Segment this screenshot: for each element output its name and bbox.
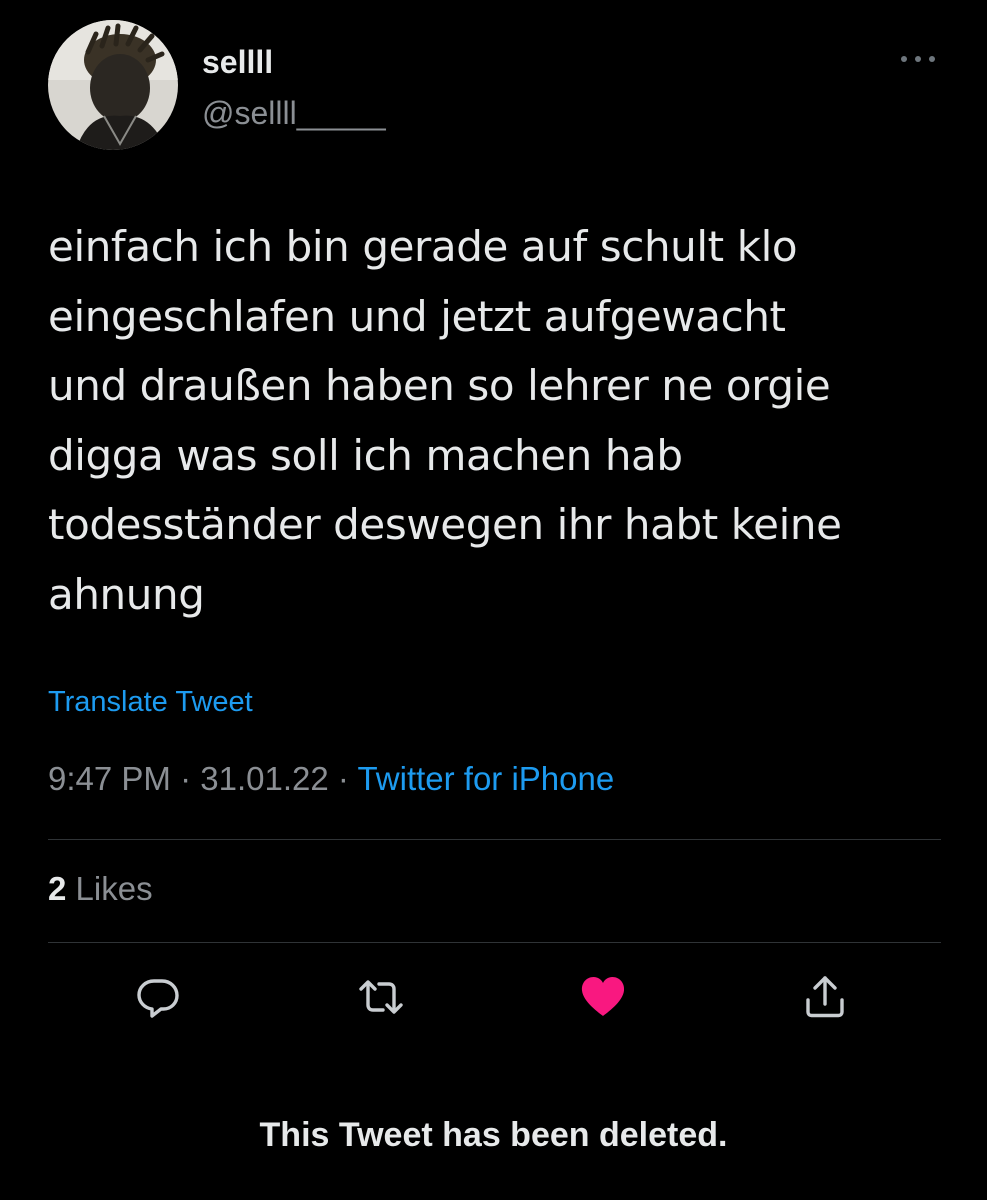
likes-count-link[interactable]: 2 Likes [48, 870, 153, 908]
share-button[interactable] [800, 972, 850, 1022]
tweet-text: einfach ich bin gerade auf schult klo ei… [48, 222, 842, 619]
more-horizontal-icon [901, 56, 935, 62]
likes-count: 2 [48, 870, 67, 907]
retweet-icon [359, 980, 403, 1014]
more-options-button[interactable] [896, 44, 940, 74]
avatar-image [48, 20, 178, 150]
display-name[interactable]: sellll [202, 44, 273, 81]
user-handle[interactable]: @sellll_____ [202, 95, 386, 132]
tweet-detail: sellll @sellll_____ einfach ich bin gera… [0, 0, 987, 1200]
divider [48, 839, 941, 840]
tweet-source-link[interactable]: Twitter for iPhone [357, 760, 614, 797]
tweet-time[interactable]: 9:47 PM [48, 760, 171, 797]
reply-button[interactable] [133, 972, 183, 1022]
meta-separator: · [170, 760, 201, 797]
deleted-tweet-notice: This Tweet has been deleted. [259, 1116, 728, 1154]
divider [48, 942, 941, 943]
meta-separator: · [328, 760, 358, 797]
likes-label: Likes [75, 870, 153, 907]
heart-icon [581, 977, 625, 1016]
avatar[interactable] [48, 20, 178, 150]
like-button[interactable] [578, 972, 628, 1022]
translate-tweet-link[interactable]: Translate Tweet [48, 686, 253, 719]
tweet-date[interactable]: 31.01.22 [200, 760, 328, 797]
reply-icon [137, 979, 179, 1018]
retweet-button[interactable] [356, 972, 406, 1022]
share-icon [806, 976, 844, 1018]
tweet-meta: 9:47 PM · 31.01.22 · Twitter for iPhone [48, 760, 614, 798]
